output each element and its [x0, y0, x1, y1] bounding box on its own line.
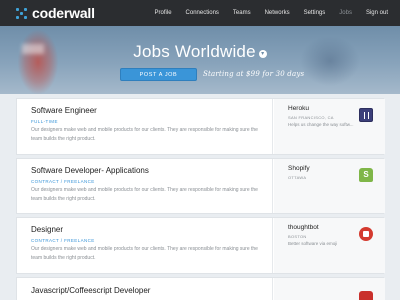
nav-item-sign-out[interactable]: Sign out	[366, 10, 388, 16]
job-title[interactable]: Designer	[31, 225, 63, 234]
logo[interactable]: coderwall	[16, 5, 95, 21]
job-type: CONTRACT / FREELANCE	[31, 179, 95, 184]
nav-item-settings[interactable]: Settings	[304, 10, 326, 16]
job-info: Software Developer- Applications CONTRAC…	[17, 159, 273, 213]
pricing-tagline: Starting at $99 for 30 days	[203, 70, 305, 78]
job-info: Javascript/Coffeescript Developer	[17, 278, 273, 300]
company-location: SAN FRANCISCO, CA	[288, 115, 334, 120]
job-card[interactable]: Javascript/Coffeescript Developer	[16, 277, 385, 300]
page-title: Jobs Worldwide ▾	[0, 42, 400, 62]
job-title[interactable]: Javascript/Coffeescript Developer	[31, 286, 150, 295]
company-name[interactable]: thoughtbot	[288, 224, 319, 231]
job-description: Our designers make web and mobile produc…	[31, 127, 258, 142]
company-info	[274, 278, 385, 300]
heroku-logo-icon	[359, 108, 373, 122]
job-description: Our designers make web and mobile produc…	[31, 246, 258, 261]
main-nav: Profile Connections Teams Networks Setti…	[141, 0, 388, 26]
nav-item-networks[interactable]: Networks	[265, 10, 290, 16]
job-type: FULL-TIME	[31, 119, 58, 124]
company-description: Helps us change the way softw...	[288, 122, 354, 127]
hero-background-blur	[18, 30, 58, 94]
job-info: Designer CONTRACT / FREELANCE Our design…	[17, 218, 273, 273]
job-card[interactable]: Software Developer- Applications CONTRAC…	[16, 158, 385, 214]
company-name[interactable]: Shopify	[288, 165, 310, 172]
company-name[interactable]: Heroku	[288, 105, 309, 112]
coderwall-logo-icon	[16, 7, 27, 19]
shopify-logo-icon: S	[359, 168, 373, 182]
company-info: Shopify OTTAWA S	[274, 159, 385, 213]
thoughtbot-logo-icon	[359, 227, 373, 241]
company-info: thoughtbot BOSTON Better software via em…	[274, 218, 385, 273]
company-location: BOSTON	[288, 234, 307, 239]
top-nav-bar: coderwall Profile Connections Teams Netw…	[0, 0, 400, 26]
job-info: Software Engineer FULL-TIME Our designer…	[17, 99, 273, 154]
nav-item-teams[interactable]: Teams	[233, 10, 251, 16]
nav-item-profile[interactable]: Profile	[155, 10, 172, 16]
company-description: Better software via emoji	[288, 241, 338, 246]
job-title[interactable]: Software Developer- Applications	[31, 166, 149, 175]
dropdown-chevron-icon[interactable]: ▾	[258, 50, 267, 58]
job-description: Our designers make web and mobile produc…	[31, 187, 258, 202]
job-card[interactable]: Designer CONTRACT / FREELANCE Our design…	[16, 217, 385, 274]
nav-item-connections[interactable]: Connections	[186, 10, 219, 16]
company-info: Heroku SAN FRANCISCO, CA Helps us change…	[274, 99, 385, 154]
nav-item-jobs[interactable]: Jobs	[339, 10, 352, 16]
company-logo-icon	[359, 291, 373, 300]
logo-text: coderwall	[32, 5, 95, 21]
post-job-button[interactable]: POST A JOB	[120, 68, 197, 81]
job-title[interactable]: Software Engineer	[31, 106, 97, 115]
company-location: OTTAWA	[288, 175, 307, 180]
job-card[interactable]: Software Engineer FULL-TIME Our designer…	[16, 98, 385, 155]
job-type: CONTRACT / FREELANCE	[31, 238, 95, 243]
